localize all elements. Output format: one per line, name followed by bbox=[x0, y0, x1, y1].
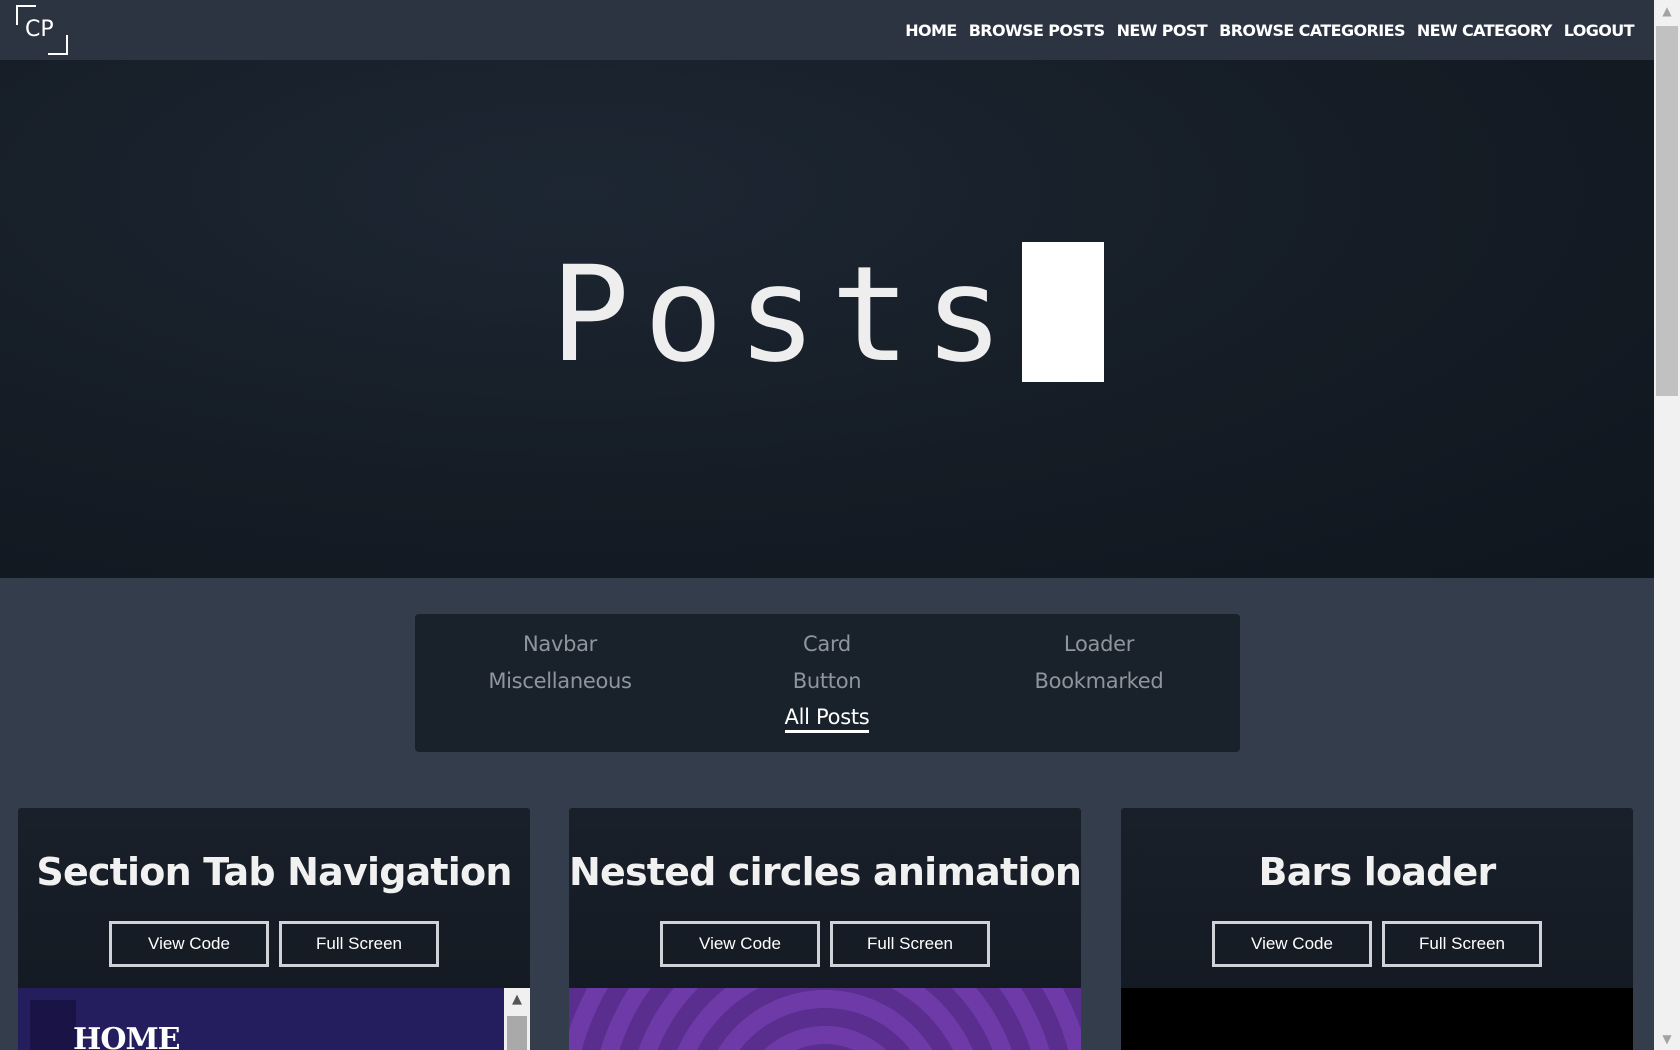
nav-browse-categories-link[interactable]: BROWSE CATEGORIES bbox=[1219, 21, 1405, 40]
full-screen-button[interactable]: Full Screen bbox=[1382, 921, 1542, 967]
page-scrollbar[interactable]: ▲ ▼ bbox=[1654, 0, 1680, 1050]
logo-text: CP bbox=[25, 17, 54, 42]
post-card: Section Tab Navigation View Code Full Sc… bbox=[18, 808, 530, 1050]
filter-loader[interactable]: Loader bbox=[963, 632, 1235, 656]
view-code-button[interactable]: View Code bbox=[660, 921, 820, 967]
card-title: Section Tab Navigation bbox=[36, 850, 512, 894]
nav-logout-link[interactable]: LOGOUT bbox=[1564, 21, 1635, 40]
nav-new-post-link[interactable]: NEW POST bbox=[1117, 21, 1208, 40]
filter-bookmarked[interactable]: Bookmarked bbox=[963, 669, 1235, 693]
card-preview[interactable]: HOME ▲ bbox=[18, 988, 530, 1050]
site-logo[interactable]: CP bbox=[16, 5, 68, 55]
preview-home-text: HOME bbox=[73, 1022, 181, 1050]
filter-card[interactable]: Card bbox=[691, 632, 963, 656]
full-screen-button[interactable]: Full Screen bbox=[279, 921, 439, 967]
preview-scrollbar[interactable]: ▲ bbox=[504, 988, 530, 1050]
filter-all-posts[interactable]: All Posts bbox=[691, 705, 963, 733]
card-preview[interactable] bbox=[569, 988, 1081, 1050]
main-nav: HOME BROWSE POSTS NEW POST BROWSE CATEGO… bbox=[905, 0, 1634, 60]
hero-banner: Posts bbox=[0, 60, 1654, 578]
chevron-up-icon[interactable]: ▲ bbox=[1654, 0, 1680, 22]
hero-title: Posts bbox=[0, 230, 1654, 400]
preview-scrollbar-thumb[interactable] bbox=[507, 1016, 527, 1050]
page-scrollbar-thumb[interactable] bbox=[1656, 26, 1678, 396]
nav-new-category-link[interactable]: NEW CATEGORY bbox=[1417, 21, 1552, 40]
card-actions: View Code Full Screen bbox=[569, 921, 1081, 967]
nav-browse-posts-link[interactable]: BROWSE POSTS bbox=[969, 21, 1105, 40]
filter-navbar[interactable]: Navbar bbox=[424, 632, 696, 656]
filter-all-posts-label: All Posts bbox=[784, 705, 870, 733]
filter-miscellaneous[interactable]: Miscellaneous bbox=[424, 669, 696, 693]
category-filter-panel: Navbar Card Loader Miscellaneous Button … bbox=[415, 614, 1240, 752]
view-code-button[interactable]: View Code bbox=[109, 921, 269, 967]
card-actions: View Code Full Screen bbox=[18, 921, 530, 967]
card-title: Bars loader bbox=[1258, 850, 1497, 894]
filter-button[interactable]: Button bbox=[691, 669, 963, 693]
typing-cursor bbox=[1021, 242, 1104, 382]
post-card: Bars loader View Code Full Screen bbox=[1121, 808, 1633, 1050]
full-screen-button[interactable]: Full Screen bbox=[830, 921, 990, 967]
chevron-up-icon[interactable]: ▲ bbox=[504, 988, 530, 1012]
card-actions: View Code Full Screen bbox=[1121, 921, 1633, 967]
nav-home-link[interactable]: HOME bbox=[905, 21, 957, 40]
hero-title-text: Posts bbox=[550, 238, 1018, 392]
chevron-down-icon[interactable]: ▼ bbox=[1654, 1028, 1680, 1050]
page: CP HOME BROWSE POSTS NEW POST BROWSE CAT… bbox=[0, 0, 1680, 1050]
card-title: Nested circles animation bbox=[569, 850, 1081, 894]
preview-sidebar-block bbox=[30, 1000, 76, 1050]
view-code-button[interactable]: View Code bbox=[1212, 921, 1372, 967]
post-card: Nested circles animation View Code Full … bbox=[569, 808, 1081, 1050]
card-preview[interactable] bbox=[1121, 988, 1633, 1050]
top-navbar: CP HOME BROWSE POSTS NEW POST BROWSE CAT… bbox=[0, 0, 1654, 60]
